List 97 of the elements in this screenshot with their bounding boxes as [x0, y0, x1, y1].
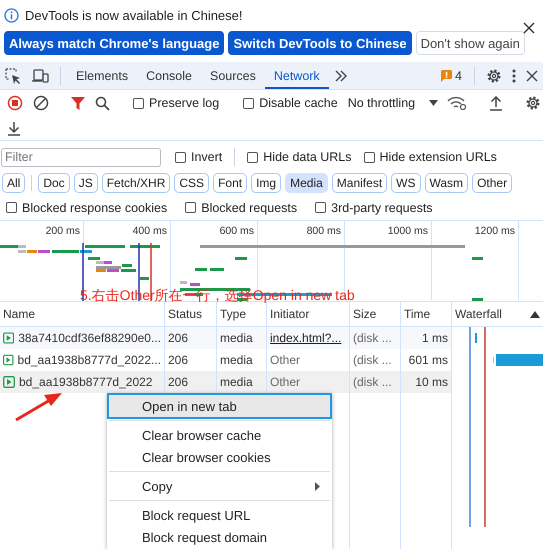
table-cell: 206 — [168, 353, 188, 367]
filter-field[interactable]: Filter — [1, 148, 161, 166]
panel-tab[interactable]: Elements — [67, 62, 138, 89]
table-cell: 206 — [168, 331, 188, 345]
tick-label: 600 ms — [220, 225, 254, 237]
table-cell: Other — [270, 375, 300, 389]
settings-icon[interactable] — [486, 68, 502, 84]
type-filter-chip[interactable]: Font — [213, 173, 248, 193]
table-cell: 206 — [168, 375, 188, 389]
column-header[interactable]: Type — [220, 307, 246, 321]
table-cell: (disk ... — [353, 331, 392, 345]
type-filter-chip[interactable]: All — [2, 173, 26, 193]
checkbox[interactable] — [6, 202, 17, 213]
info-message: DevTools is now available in Chinese! — [25, 8, 243, 22]
device-icon[interactable] — [31, 68, 49, 84]
checkbox-label: Hide data URLs — [263, 150, 352, 164]
annotation-arrow — [14, 392, 64, 422]
type-filter-chip[interactable]: WS — [391, 173, 420, 193]
search-icon[interactable] — [95, 96, 110, 110]
column-header[interactable]: Initiator — [270, 307, 310, 321]
checkbox[interactable] — [185, 202, 196, 213]
media-file-icon — [3, 376, 15, 388]
throttling-dropdown[interactable]: No throttling — [348, 96, 416, 110]
type-filter-chip[interactable]: JS — [74, 173, 98, 193]
request-name[interactable]: bd_aa1938b8777d_2022... — [18, 353, 161, 367]
inspect-icon[interactable] — [5, 68, 21, 84]
checkbox[interactable] — [247, 152, 258, 162]
menu-item[interactable]: Copy — [109, 475, 330, 497]
sort-ascending-icon[interactable] — [530, 310, 540, 318]
filter-icon[interactable] — [71, 96, 85, 110]
settings-icon[interactable] — [525, 95, 542, 111]
panel-tab[interactable]: Network — [264, 62, 329, 89]
record-icon[interactable] — [7, 95, 23, 111]
table-cell: 10 ms — [415, 375, 448, 389]
menu-item[interactable]: Clear browser cookies — [109, 446, 330, 468]
tick-label: 200 ms — [46, 225, 80, 237]
info-icon — [4, 8, 19, 22]
column-header[interactable]: Name — [3, 307, 36, 321]
menu-item[interactable]: Clear browser cache — [109, 424, 330, 446]
type-filter-chip[interactable]: CSS — [174, 173, 210, 193]
type-filter-chip[interactable]: Fetch/XHR — [102, 173, 170, 193]
type-filter-chip[interactable]: Doc — [38, 173, 70, 193]
type-filter-chip[interactable]: Wasm — [424, 173, 468, 193]
close-icon[interactable] — [526, 70, 538, 82]
more-options-icon[interactable] — [512, 68, 516, 82]
clear-icon[interactable] — [33, 95, 49, 111]
media-file-icon — [3, 354, 14, 366]
upload-icon[interactable] — [489, 96, 504, 110]
panel-tab[interactable]: Console — [137, 62, 201, 89]
checkbox-label: Preserve log — [149, 96, 220, 110]
column-header[interactable]: Waterfall — [455, 307, 502, 321]
checkbox[interactable] — [364, 152, 375, 162]
checkbox[interactable] — [133, 98, 144, 108]
infobar-button[interactable]: Don't show again — [416, 31, 525, 55]
table-cell: (disk ... — [353, 353, 392, 367]
column-header[interactable]: Size — [353, 307, 376, 321]
checkbox-label: 3rd-party requests — [331, 200, 433, 214]
close-icon[interactable] — [523, 22, 535, 34]
issues-count[interactable]: 4 — [455, 68, 462, 82]
type-filter-chip[interactable]: Img — [251, 173, 282, 193]
menu-item[interactable]: Block request URL — [109, 504, 330, 526]
type-filter-chip[interactable]: Manifest — [332, 173, 388, 193]
panel-tab[interactable]: Sources — [200, 62, 265, 89]
infobar-button[interactable]: Always match Chrome's language — [4, 31, 224, 55]
checkbox-label: Disable cache — [259, 96, 338, 110]
table-cell: Other — [270, 353, 300, 367]
tick-label: 800 ms — [306, 225, 341, 237]
checkbox-label: Invert — [191, 150, 222, 164]
menu-item[interactable]: Block request domain — [109, 526, 330, 548]
tick-label: 400 ms — [132, 225, 167, 237]
network-conditions-icon[interactable] — [447, 96, 468, 110]
download-icon[interactable] — [7, 120, 21, 136]
more-tabs-icon[interactable] — [334, 70, 348, 82]
checkbox[interactable] — [175, 152, 186, 162]
table-cell: media — [220, 375, 253, 389]
menu-item[interactable]: Open in new tab — [109, 395, 330, 417]
table-cell: 601 ms — [408, 353, 448, 367]
infobar-button[interactable]: Switch DevTools to Chinese — [228, 31, 412, 55]
table-cell: 1 ms — [422, 331, 448, 345]
type-filter-chip[interactable]: Other — [472, 173, 512, 193]
checkbox-label: Blocked requests — [201, 200, 298, 214]
tick-label: 1000 ms — [388, 225, 428, 237]
column-header[interactable]: Status — [168, 307, 202, 321]
table-cell: (disk ... — [353, 375, 392, 389]
submenu-arrow-icon — [315, 482, 320, 490]
checkbox[interactable] — [315, 202, 326, 213]
type-filter-chip[interactable]: Media — [285, 173, 328, 193]
table-cell: media — [220, 331, 253, 345]
tick-label: 1200 ms — [474, 225, 515, 237]
column-header[interactable]: Time — [404, 307, 430, 321]
checkbox-label: Blocked response cookies — [22, 200, 168, 214]
checkbox-label: Hide extension URLs — [380, 150, 497, 164]
issues-icon[interactable] — [441, 70, 452, 82]
table-cell: media — [220, 353, 253, 367]
checkbox[interactable] — [243, 98, 254, 108]
media-file-icon — [3, 332, 14, 344]
dropdown-caret-icon[interactable] — [429, 100, 438, 106]
